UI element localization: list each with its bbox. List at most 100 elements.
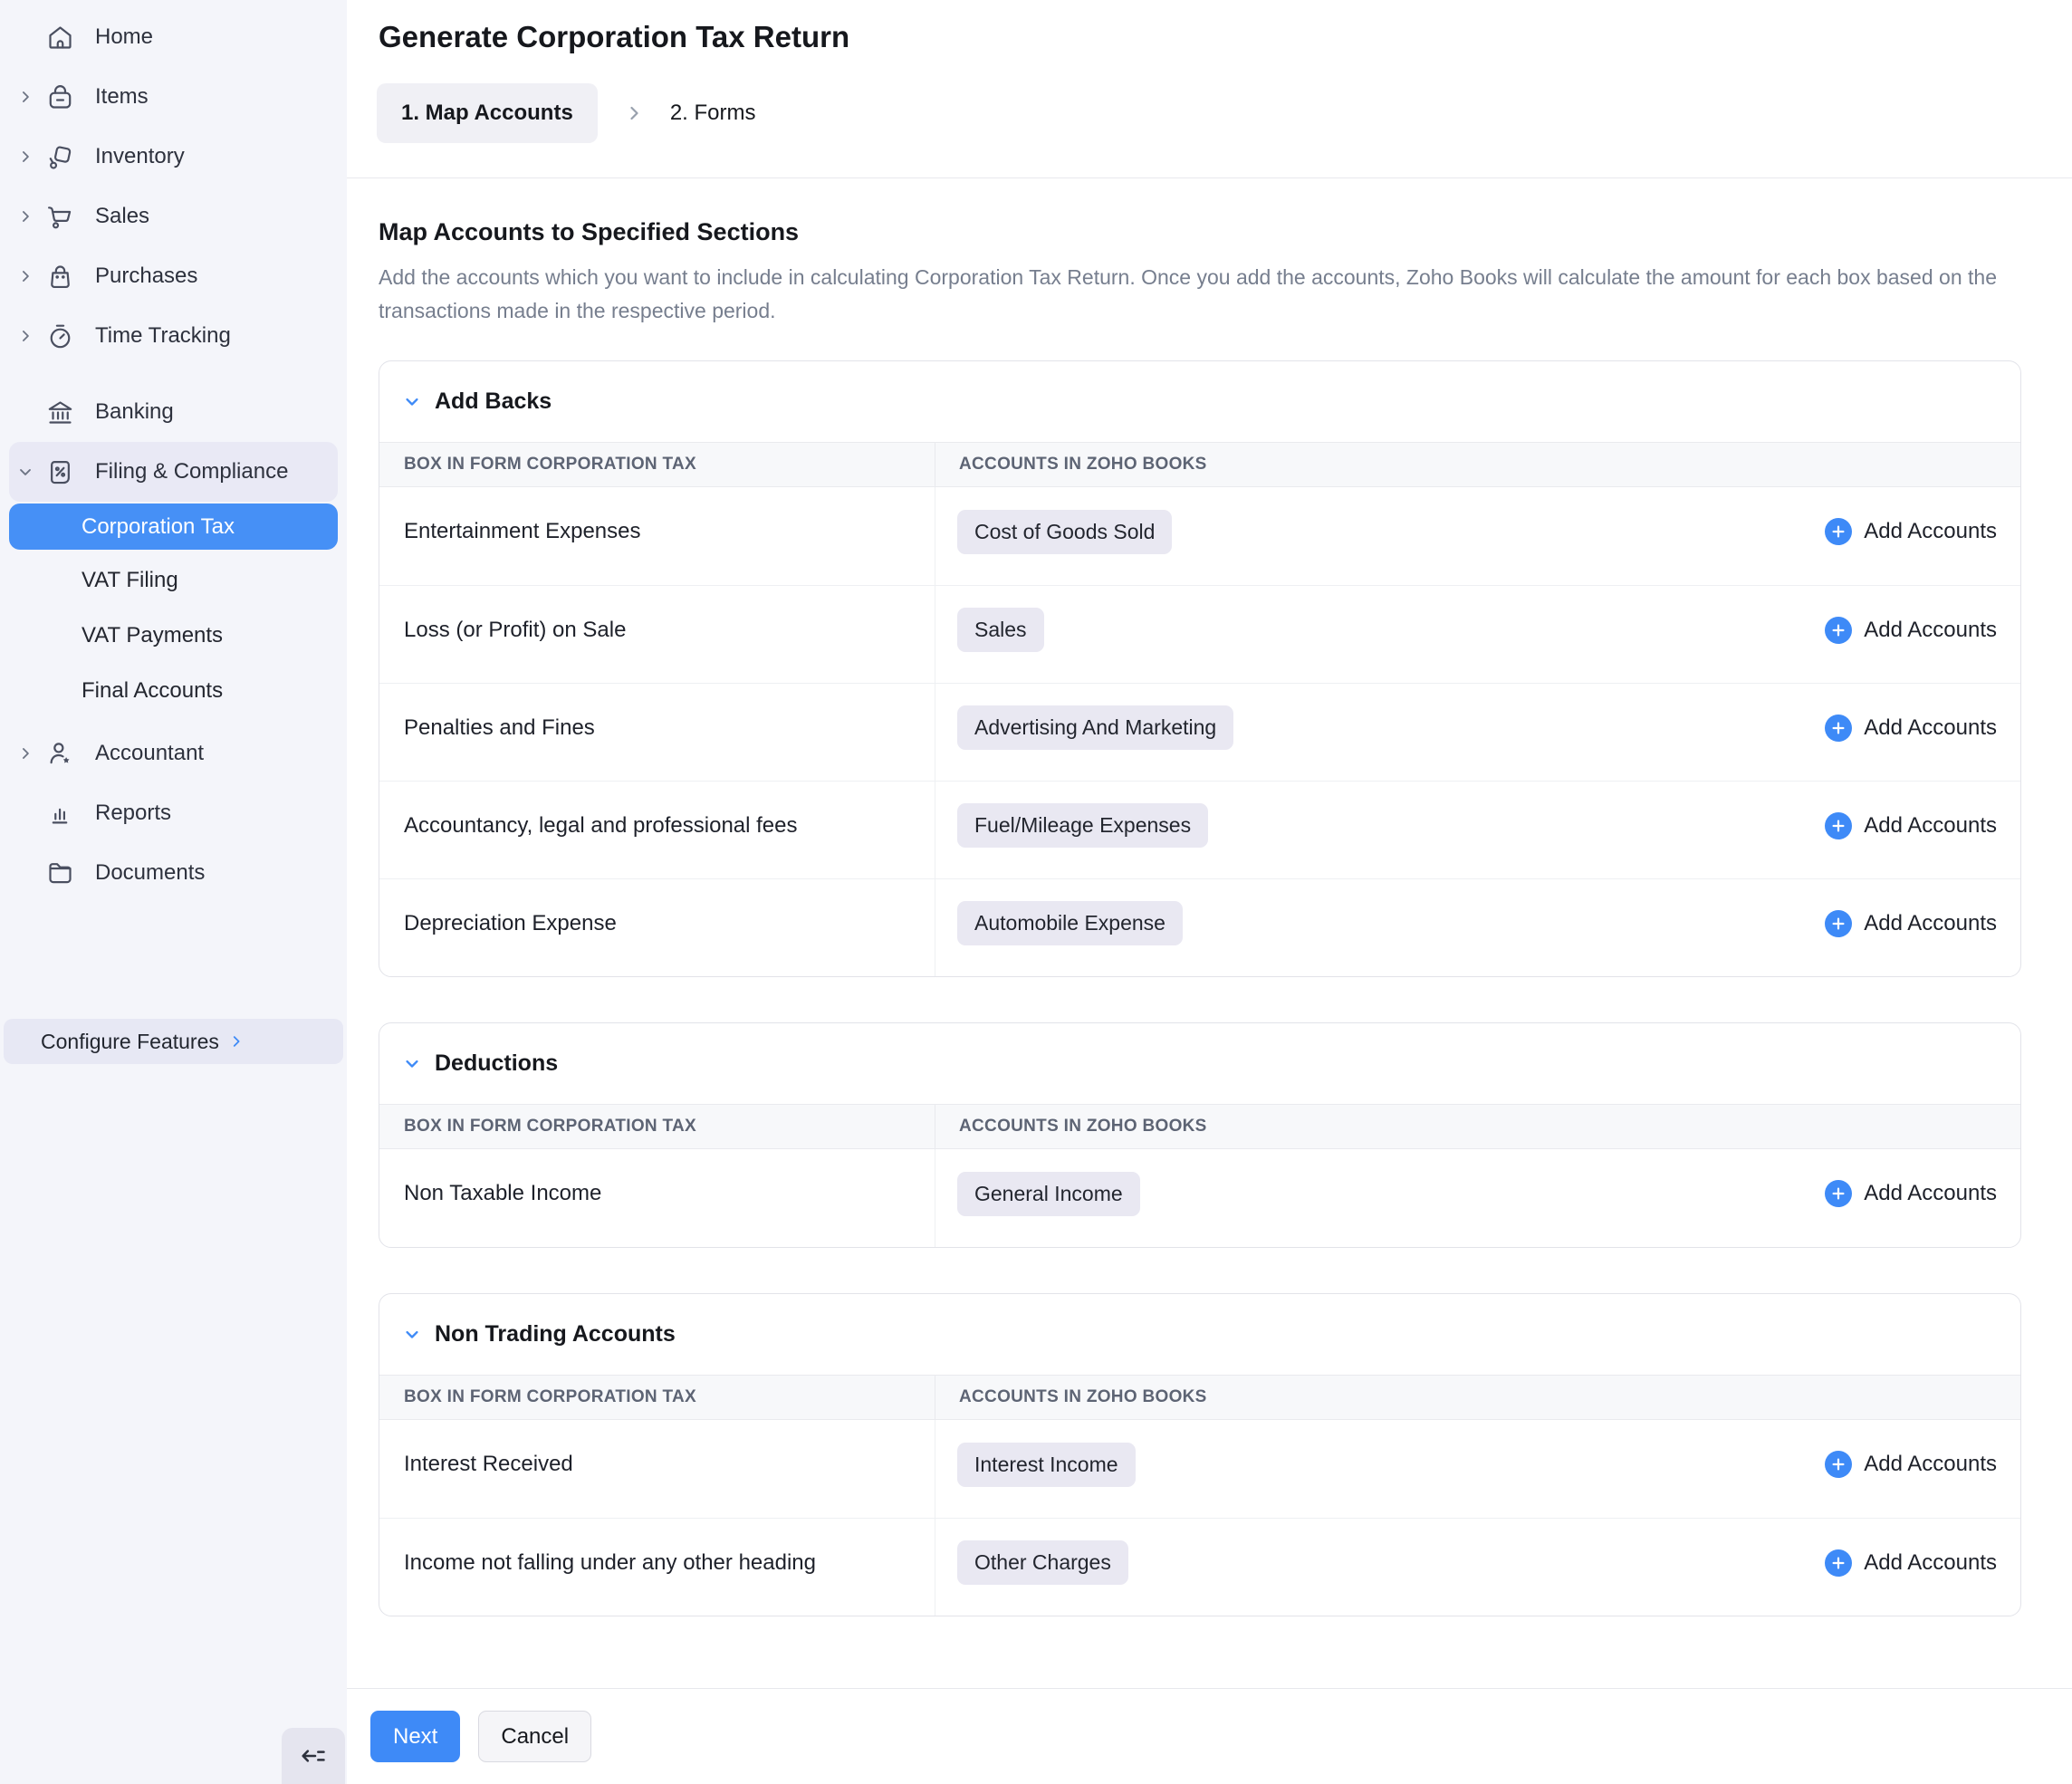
table-row: Interest ReceivedInterest IncomeAdd Acco… <box>379 1420 2020 1518</box>
sidebar-item-inventory[interactable]: Inventory <box>0 127 347 187</box>
sidebar-subitem-label: VAT Payments <box>82 623 223 648</box>
account-chip: Fuel/Mileage Expenses <box>957 803 1208 848</box>
cancel-button[interactable]: Cancel <box>478 1711 591 1762</box>
plus-icon <box>1825 1549 1852 1577</box>
plus-icon <box>1825 1451 1852 1478</box>
sidebar-item-reports[interactable]: Reports <box>0 783 347 843</box>
section-header-deductions[interactable]: Deductions <box>379 1023 2020 1104</box>
content-description: Add the accounts which you want to inclu… <box>379 261 2021 328</box>
section-card-deductions: DeductionsBOX IN FORM CORPORATION TAXACC… <box>379 1022 2021 1248</box>
column-header-accounts: ACCOUNTS IN ZOHO BOOKS <box>935 1105 2020 1148</box>
header-divider <box>347 177 2072 178</box>
sidebar-item-banking[interactable]: Banking <box>0 382 347 442</box>
sidebar-item-home[interactable]: Home <box>0 7 347 67</box>
purchases-icon <box>45 262 75 292</box>
table-row: Income not falling under any other headi… <box>379 1518 2020 1616</box>
sidebar-subitem-vat-payments[interactable]: VAT Payments <box>0 608 347 663</box>
chevron-down-icon <box>16 463 45 481</box>
content-heading: Map Accounts to Specified Sections <box>379 218 2021 246</box>
sidebar-nav-tertiary: Accountant ReportsDocuments <box>0 724 347 903</box>
add-accounts-button[interactable]: Add Accounts <box>1825 1451 1997 1478</box>
chevron-right-icon <box>16 148 45 166</box>
sidebar-subitem-vat-filing[interactable]: VAT Filing <box>0 552 347 608</box>
plus-icon <box>1825 715 1852 742</box>
footer: Next Cancel <box>347 1688 2072 1784</box>
plus-icon <box>1825 617 1852 644</box>
sidebar-item-label: Home <box>95 24 153 50</box>
section-title: Non Trading Accounts <box>435 1321 676 1348</box>
sidebar-filing-subitems: Corporation TaxVAT Filing VAT Payments Fin… <box>0 504 347 718</box>
inventory-icon <box>45 142 75 172</box>
add-accounts-button[interactable]: Add Accounts <box>1825 910 1997 937</box>
account-chip: Sales <box>957 608 1044 652</box>
add-accounts-button[interactable]: Add Accounts <box>1825 1180 1997 1207</box>
wizard-steps: 1. Map Accounts 2. Forms <box>377 83 2072 143</box>
sidebar-item-items[interactable]: Items <box>0 67 347 127</box>
plus-icon <box>1825 1180 1852 1207</box>
sidebar-item-documents[interactable]: Documents <box>0 843 347 903</box>
configure-features-button[interactable]: Configure Features <box>4 1019 343 1064</box>
table-row: Loss (or Profit) on Sale Sales Add Account… <box>379 585 2020 683</box>
table-header-row: BOX IN FORM CORPORATION TAXACCOUNTS IN Z… <box>379 1375 2020 1420</box>
chevron-down-icon <box>403 1326 421 1344</box>
add-accounts-button[interactable]: Add Accounts <box>1825 617 1997 644</box>
chevron-right-icon <box>228 1033 245 1050</box>
chevron-right-icon <box>16 744 45 763</box>
sidebar-item-accountant[interactable]: Accountant <box>0 724 347 783</box>
step-1-map-accounts[interactable]: 1. Map Accounts <box>377 83 598 143</box>
sidebar-item-label: Time Tracking <box>95 323 231 349</box>
accounts-cell: Fuel/Mileage Expenses Add Accounts <box>935 782 2020 878</box>
account-chip: General Income <box>957 1172 1140 1216</box>
section-header-non-trading-accounts[interactable]: Non Trading Accounts <box>379 1294 2020 1375</box>
column-header-box: BOX IN FORM CORPORATION TAX <box>379 443 935 486</box>
sidebar-item-time-tracking[interactable]: Time Tracking <box>0 306 347 366</box>
sidebar-item-filing-compliance[interactable]: Filing & Compliance <box>9 442 338 502</box>
sidebar-subitem-label: Final Accounts <box>82 678 223 704</box>
box-name: Depreciation Expense <box>379 879 935 976</box>
accounts-cell: General Income Add Accounts <box>935 1149 2020 1247</box>
chevron-right-icon <box>16 327 45 345</box>
add-accounts-label: Add Accounts <box>1864 715 1997 741</box>
column-header-box: BOX IN FORM CORPORATION TAX <box>379 1105 935 1148</box>
sidebar-nav-secondary: Banking Filing & Compliance <box>0 382 347 502</box>
account-chip: Automobile Expense <box>957 901 1183 945</box>
plus-icon <box>1825 518 1852 545</box>
chevron-down-icon <box>403 393 421 411</box>
add-accounts-button[interactable]: Add Accounts <box>1825 1549 1997 1577</box>
sidebar-group-divider <box>0 366 347 382</box>
add-accounts-button[interactable]: Add Accounts <box>1825 518 1997 545</box>
box-name: Income not falling under any other headi… <box>379 1519 935 1616</box>
section-header-add-backs[interactable]: Add Backs <box>379 361 2020 442</box>
add-accounts-button[interactable]: Add Accounts <box>1825 715 1997 742</box>
account-chips: Advertising And Marketing <box>957 705 1233 750</box>
add-accounts-label: Add Accounts <box>1864 519 1997 544</box>
add-accounts-button[interactable]: Add Accounts <box>1825 812 1997 839</box>
step-2-forms[interactable]: 2. Forms <box>670 101 756 126</box>
sidebar-subitem-final-accounts[interactable]: Final Accounts <box>0 663 347 718</box>
add-accounts-label: Add Accounts <box>1864 1550 1997 1576</box>
sidebar-item-purchases[interactable]: Purchases <box>0 246 347 306</box>
chevron-right-icon <box>16 267 45 285</box>
items-icon <box>45 82 75 112</box>
box-name: Loss (or Profit) on Sale <box>379 586 935 683</box>
accounts-cell: Automobile Expense Add Accounts <box>935 879 2020 976</box>
documents-icon <box>45 858 75 888</box>
table-row: Accountancy, legal and professional fees… <box>379 781 2020 878</box>
main-content: Generate Corporation Tax Return 1. Map A… <box>347 0 2072 1784</box>
sidebar-item-label: Banking <box>95 399 174 425</box>
collapse-sidebar-icon <box>299 1741 328 1770</box>
table-row: Non Taxable Income General Income Add Acco… <box>379 1149 2020 1247</box>
sidebar-item-label: Filing & Compliance <box>95 459 288 484</box>
time-tracking-icon <box>45 321 75 351</box>
box-name: Non Taxable Income <box>379 1149 935 1247</box>
collapse-sidebar-button[interactable] <box>282 1728 345 1784</box>
sidebar-item-sales[interactable]: Sales <box>0 187 347 246</box>
sidebar-subitem-corporation-tax[interactable]: Corporation Tax <box>9 504 338 550</box>
sidebar-item-label: Accountant <box>95 741 204 766</box>
accountant-icon <box>45 739 75 769</box>
add-accounts-label: Add Accounts <box>1864 813 1997 839</box>
next-button[interactable]: Next <box>370 1711 460 1762</box>
chevron-down-icon <box>403 1055 421 1073</box>
section-card-add-backs: Add BacksBOX IN FORM CORPORATION TAXACCO… <box>379 360 2021 977</box>
reports-icon <box>45 799 75 829</box>
